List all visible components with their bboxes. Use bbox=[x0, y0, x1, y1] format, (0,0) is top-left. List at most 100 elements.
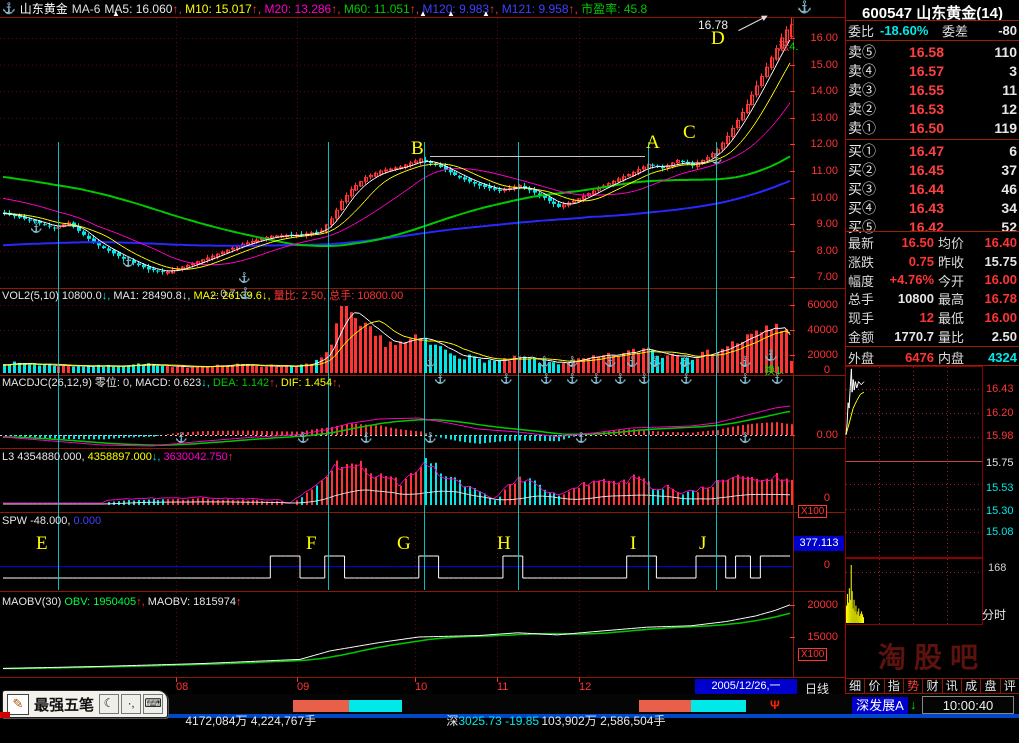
value-segment: SPW -48.000, bbox=[2, 515, 74, 527]
price-axis-label: 11.00 bbox=[796, 165, 838, 177]
order-price: 16.53 bbox=[888, 101, 944, 117]
axis-tick bbox=[790, 251, 795, 252]
l3-header: L3 4354880.000, 4358897.000↓, 3630042.75… bbox=[2, 451, 233, 464]
price-axis-label: 7.00 bbox=[796, 271, 838, 283]
ime-min-chip[interactable] bbox=[0, 712, 10, 718]
order-volume: 3 bbox=[944, 63, 1017, 79]
mini-axis-label: 15.75 bbox=[986, 457, 1014, 469]
price-axis-label: 16.00 bbox=[796, 32, 838, 44]
anchor-marker-icon: ⚓ bbox=[575, 434, 587, 444]
stock-terminal: ⚓ 山东黄金 MA-6 MA5: 16.060↑, M10: 15.017↑, … bbox=[0, 0, 1019, 718]
order-row: 买③16.4446 bbox=[846, 179, 1019, 198]
info-row: 总手10800最高16.78 bbox=[846, 289, 1019, 308]
info-label: 昨收 bbox=[938, 252, 976, 271]
price-axis-label: 13.00 bbox=[796, 112, 838, 124]
anchor-marker-icon: ⚓ bbox=[360, 434, 372, 444]
order-price: 16.43 bbox=[888, 200, 944, 216]
order-volume: 37 bbox=[944, 162, 1017, 178]
spw-cursor-value: 377.113 bbox=[794, 536, 844, 551]
chart-letter-G: G bbox=[397, 533, 411, 555]
tab-讯[interactable]: 讯 bbox=[942, 679, 961, 693]
value-segment: MA1: 28490.8 bbox=[113, 290, 182, 302]
cursor-line[interactable] bbox=[518, 142, 519, 590]
divider bbox=[0, 512, 845, 513]
chart-letter-F: F bbox=[306, 533, 317, 555]
candlestick-chart[interactable] bbox=[0, 18, 795, 288]
info-label: 均价 bbox=[938, 233, 976, 252]
anchor-marker-icon: ⚓ bbox=[649, 358, 661, 368]
anchor-marker-icon: ⚓ bbox=[297, 434, 309, 444]
tab-势[interactable]: 势 bbox=[903, 679, 922, 693]
value-segment: ↑, bbox=[252, 2, 265, 16]
intraday-mini-chart[interactable] bbox=[845, 366, 983, 558]
mini-chart-type-label[interactable]: 分时 bbox=[982, 606, 1006, 623]
anchor-marker-icon: ⚓ bbox=[626, 358, 638, 368]
tab-评[interactable]: 评 bbox=[1000, 679, 1019, 693]
maobv-header: MAOBV(30) OBV: 1950405↑, MAOBV: 1815974↑ bbox=[2, 596, 242, 609]
chart-letter-E: E bbox=[36, 533, 48, 555]
mini-axis-label: 16.20 bbox=[986, 407, 1014, 419]
info-label: 总手 bbox=[848, 289, 882, 308]
linked-stock-selector[interactable]: 深发展A bbox=[852, 697, 908, 714]
value-segment: M121: 9.958 bbox=[502, 2, 569, 16]
order-price: 16.44 bbox=[888, 181, 944, 197]
ime-fullhalf-icon[interactable]: ☾ bbox=[99, 694, 119, 714]
value-segment: DIF: 1.454 bbox=[281, 377, 332, 389]
value-segment: DEA: 1.142 bbox=[213, 377, 269, 389]
scroll-anchor-icon[interactable]: ⚓ bbox=[797, 2, 812, 12]
info-value: 10800 bbox=[882, 291, 934, 306]
intraday-volume-chart[interactable] bbox=[845, 558, 983, 625]
order-row: 卖④16.573 bbox=[846, 61, 1019, 80]
stock-title: 山东黄金 bbox=[20, 0, 68, 17]
info-value: +4.76% bbox=[882, 272, 934, 287]
value-segment: 总手: 10800.00 bbox=[329, 290, 403, 302]
axis-tick bbox=[790, 91, 795, 92]
tab-成[interactable]: 成 bbox=[961, 679, 980, 693]
event-triangle-icon: ▲ bbox=[482, 9, 490, 18]
ime-keyboard-icon[interactable]: ⌨ bbox=[143, 694, 163, 714]
order-level-label: 买④ bbox=[848, 198, 888, 218]
macd-zero-label: 0.00 bbox=[796, 429, 838, 441]
order-volume: 34 bbox=[944, 200, 1017, 216]
tab-价[interactable]: 价 bbox=[864, 679, 883, 693]
month-label: 12 bbox=[579, 681, 591, 693]
order-row: 买②16.4537 bbox=[846, 160, 1019, 179]
value-segment: MACD: 0.623 bbox=[135, 377, 201, 389]
order-level-label: 买② bbox=[848, 160, 888, 180]
tab-指[interactable]: 指 bbox=[884, 679, 903, 693]
quote-tabs: 细价指势财讯成盘评 bbox=[846, 678, 1019, 694]
tab-细[interactable]: 细 bbox=[846, 679, 864, 693]
info-label: 量比 bbox=[938, 327, 976, 346]
order-row: 买①16.476 bbox=[846, 141, 1019, 160]
ime-pencil-icon[interactable]: ✎ bbox=[7, 694, 29, 715]
obv-scale-badge: X100 bbox=[798, 648, 827, 661]
info-value: 6476 bbox=[882, 350, 934, 365]
current-date-label[interactable]: 2005/12/26,一 bbox=[695, 679, 797, 694]
divider bbox=[0, 448, 845, 449]
ime-name[interactable]: 最强五笔 bbox=[31, 694, 97, 715]
vol-axis-label: 60000 bbox=[796, 299, 838, 311]
axis-tick bbox=[790, 198, 795, 199]
event-triangle-icon: ▲ bbox=[447, 9, 455, 18]
tab-盘[interactable]: 盘 bbox=[980, 679, 999, 693]
anchor-marker-icon: ⚓ bbox=[30, 224, 42, 234]
macd-header: MACDJC(26,12,9) 零位: 0, MACD: 0.623↓, DEA… bbox=[2, 377, 341, 390]
anchor-marker-icon: ⚓ bbox=[424, 434, 436, 444]
cursor-line[interactable] bbox=[716, 142, 717, 590]
order-price: 16.55 bbox=[888, 82, 944, 98]
divider bbox=[0, 288, 845, 289]
cursor-line[interactable] bbox=[328, 142, 329, 590]
axis-tick bbox=[579, 678, 580, 682]
month-label: 08 bbox=[176, 681, 188, 693]
anchor-marker-icon: ⚓ bbox=[590, 375, 602, 385]
tab-财[interactable]: 财 bbox=[922, 679, 941, 693]
order-level-label: 买① bbox=[848, 141, 888, 161]
info-row: 外盘6476内盘4324 bbox=[846, 348, 1019, 367]
anchor-marker-icon: ⚓ bbox=[739, 375, 751, 385]
spw-header: SPW -48.000, 0.000 bbox=[2, 515, 101, 528]
axis-tick bbox=[790, 355, 795, 356]
value-segment: 0.000 bbox=[74, 515, 102, 527]
info-label: 最新 bbox=[848, 233, 882, 252]
vol-zero-label: 0 bbox=[788, 364, 830, 376]
ime-punct-icon[interactable]: ·‚ bbox=[121, 694, 141, 714]
